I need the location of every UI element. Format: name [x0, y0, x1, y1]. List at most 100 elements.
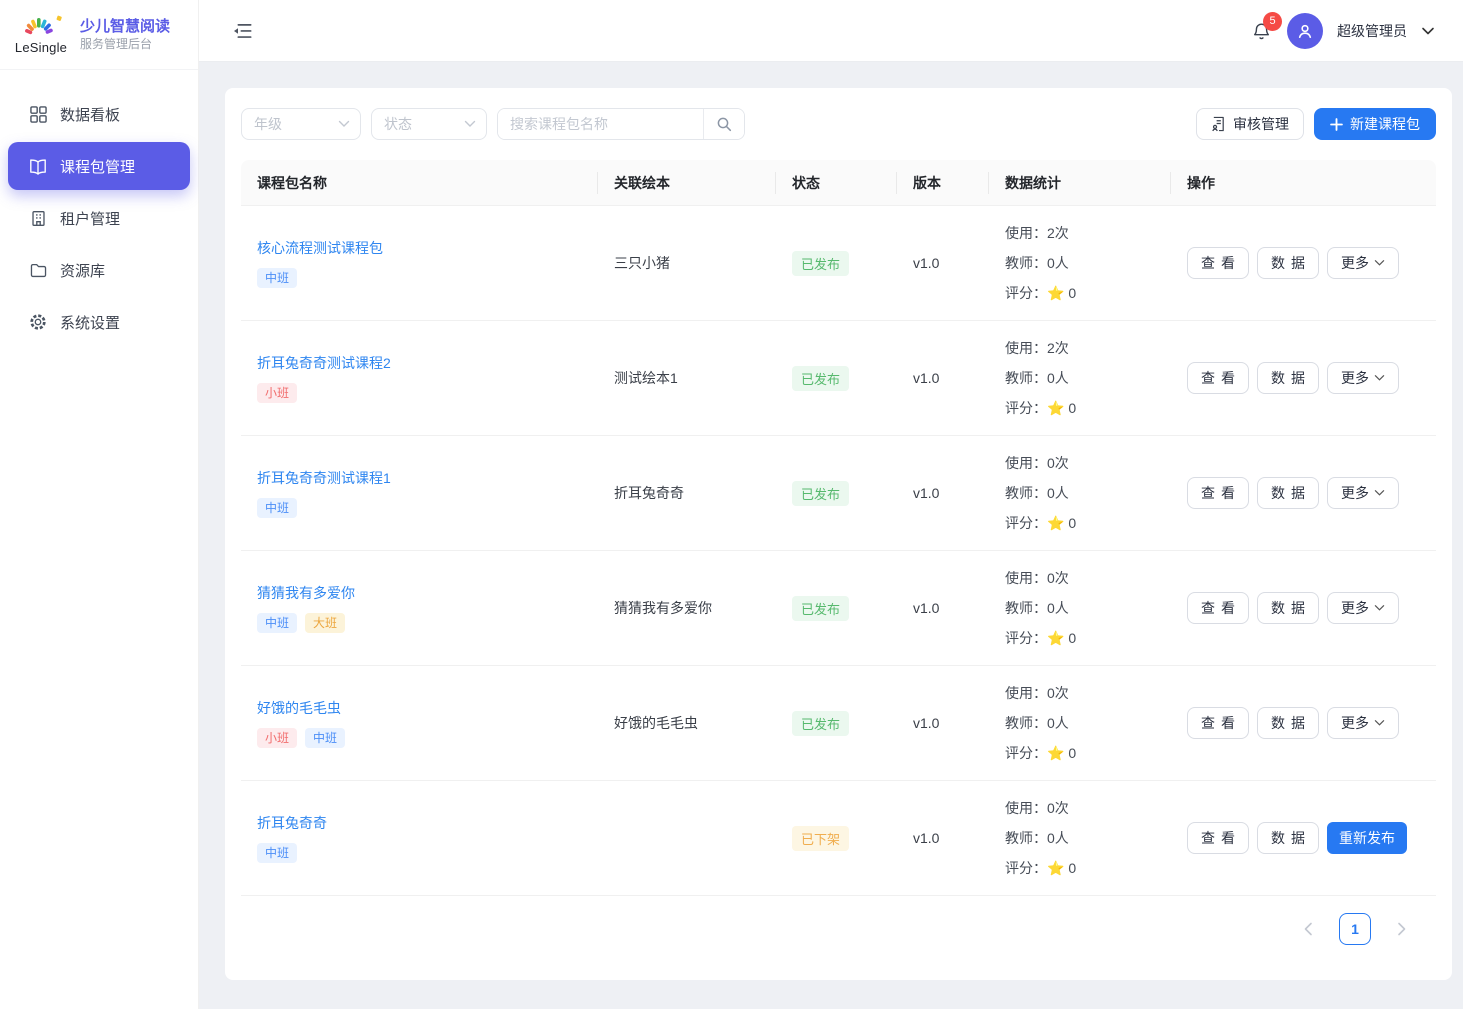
grade-tag: 中班 — [257, 498, 297, 518]
chevron-down-icon — [1374, 604, 1385, 612]
brand-title: 少儿智慧阅读 — [80, 17, 170, 36]
status-filter-select[interactable]: 状态 — [371, 108, 487, 140]
notification-bell-button[interactable]: 5 — [1249, 19, 1273, 43]
table-row: 好饿的毛毛虫 小班 中班 好饿的毛毛虫 已发布 v1.0 使用：0次 — [241, 666, 1436, 781]
sidebar-item-tenants[interactable]: 租户管理 — [8, 194, 190, 242]
sidebar-item-label: 课程包管理 — [60, 156, 135, 177]
course-package-table: 课程包名称 关联绘本 状态 版本 数据统计 操作 核心流程测试课程包 中班 — [241, 160, 1436, 896]
more-button[interactable]: 更多 — [1327, 362, 1399, 394]
data-button[interactable]: 数据 — [1257, 822, 1319, 854]
stats-cell: 使用：0次 教师：0人 评分：⭐ 0 — [989, 793, 1171, 883]
grade-tag: 中班 — [257, 268, 297, 288]
column-header-name: 课程包名称 — [241, 160, 598, 205]
sidebar-collapse-button[interactable] — [233, 23, 252, 39]
pagination-page-1[interactable]: 1 — [1339, 913, 1371, 945]
table-header: 课程包名称 关联绘本 状态 版本 数据统计 操作 — [241, 160, 1436, 206]
status-cell: 已发布 — [776, 366, 897, 391]
view-button[interactable]: 查看 — [1187, 247, 1249, 279]
sidebar-item-settings[interactable]: 系统设置 — [8, 298, 190, 346]
status-cell: 已发布 — [776, 711, 897, 736]
data-button[interactable]: 数据 — [1257, 362, 1319, 394]
chevron-right-icon — [1397, 922, 1407, 936]
star-icon: ⭐ — [1047, 515, 1064, 531]
main-area: 5 超级管理员 — [199, 0, 1463, 1009]
data-button[interactable]: 数据 — [1257, 477, 1319, 509]
status-filter-placeholder: 状态 — [384, 114, 412, 134]
search-input[interactable] — [498, 109, 703, 139]
create-course-package-button[interactable]: 新建课程包 — [1314, 108, 1436, 140]
sidebar-item-resources[interactable]: 资源库 — [8, 246, 190, 294]
grade-filter-placeholder: 年级 — [254, 114, 282, 134]
more-button[interactable]: 更多 — [1327, 707, 1399, 739]
grade-tag: 小班 — [257, 728, 297, 748]
chevron-left-icon — [1303, 922, 1313, 936]
rating-stat: 评分：⭐ 0 — [1005, 853, 1155, 883]
more-button[interactable]: 更多 — [1327, 247, 1399, 279]
data-button[interactable]: 数据 — [1257, 592, 1319, 624]
package-name-link[interactable]: 好饿的毛毛虫 — [257, 698, 341, 718]
package-name-link[interactable]: 核心流程测试课程包 — [257, 238, 383, 258]
search-button[interactable] — [703, 109, 744, 139]
sidebar-item-dashboard[interactable]: 数据看板 — [8, 90, 190, 138]
column-header-version: 版本 — [897, 160, 989, 205]
user-menu-toggle[interactable] — [1421, 26, 1435, 36]
package-name-link[interactable]: 折耳兔奇奇测试课程2 — [257, 353, 391, 373]
user-name: 超级管理员 — [1337, 21, 1407, 41]
grade-tags: 中班 — [257, 498, 582, 518]
status-badge: 已发布 — [792, 366, 849, 391]
package-name-link[interactable]: 折耳兔奇奇测试课程1 — [257, 468, 391, 488]
view-button[interactable]: 查看 — [1187, 822, 1249, 854]
more-button[interactable]: 更多 — [1327, 477, 1399, 509]
version-cell: v1.0 — [897, 370, 989, 386]
actions-cell: 查看 数据 更多 — [1171, 592, 1436, 624]
logo-fan-icon — [18, 15, 64, 37]
gear-icon — [29, 313, 47, 331]
logo-mark-icon: LeSingle — [12, 15, 70, 55]
view-button[interactable]: 查看 — [1187, 362, 1249, 394]
view-button[interactable]: 查看 — [1187, 707, 1249, 739]
package-name-cell: 猜猜我有多爱你 中班 大班 — [241, 583, 598, 633]
package-name-link[interactable]: 折耳兔奇奇 — [257, 813, 327, 833]
version-cell: v1.0 — [897, 485, 989, 501]
package-name-link[interactable]: 猜猜我有多爱你 — [257, 583, 355, 603]
republish-button[interactable]: 重新发布 — [1327, 822, 1407, 854]
review-management-button[interactable]: 审核管理 — [1196, 108, 1304, 140]
notification-badge: 5 — [1263, 12, 1282, 31]
table-row: 猜猜我有多爱你 中班 大班 猜猜我有多爱你 已发布 v1.0 使用： — [241, 551, 1436, 666]
usage-stat: 使用：0次 — [1005, 678, 1155, 708]
pagination-prev-button[interactable] — [1292, 913, 1324, 945]
topbar: 5 超级管理员 — [199, 0, 1463, 62]
sidebar-item-label: 资源库 — [60, 260, 105, 281]
grade-tags: 中班 — [257, 268, 582, 288]
view-button[interactable]: 查看 — [1187, 477, 1249, 509]
avatar[interactable] — [1287, 13, 1323, 49]
star-icon: ⭐ — [1047, 860, 1064, 876]
brand-logo: LeSingle 少儿智慧阅读 服务管理后台 — [0, 0, 198, 70]
table-row: 核心流程测试课程包 中班 三只小猪 已发布 v1.0 使用：2次 教师： — [241, 206, 1436, 321]
grade-filter-select[interactable]: 年级 — [241, 108, 361, 140]
table-row: 折耳兔奇奇测试课程1 中班 折耳兔奇奇 已发布 v1.0 使用：0次 教 — [241, 436, 1436, 551]
menu-fold-icon — [233, 23, 252, 39]
search-box — [497, 108, 745, 140]
logo-wordmark: LeSingle — [12, 40, 70, 55]
more-button[interactable]: 更多 — [1327, 592, 1399, 624]
grade-tags: 中班 — [257, 843, 582, 863]
column-header-book: 关联绘本 — [598, 160, 776, 205]
data-button[interactable]: 数据 — [1257, 707, 1319, 739]
sidebar-item-label: 系统设置 — [60, 312, 120, 333]
usage-stat: 使用：0次 — [1005, 793, 1155, 823]
package-name-cell: 折耳兔奇奇测试课程2 小班 — [241, 353, 598, 403]
content-area: 年级 状态 — [199, 62, 1463, 1009]
plus-icon — [1330, 118, 1343, 131]
status-cell: 已发布 — [776, 251, 897, 276]
chevron-down-icon — [1374, 374, 1385, 382]
sidebar-item-course-packages[interactable]: 课程包管理 — [8, 142, 190, 190]
view-button[interactable]: 查看 — [1187, 592, 1249, 624]
stats-cell: 使用：2次 教师：0人 评分：⭐ 0 — [989, 218, 1171, 308]
pagination-next-button[interactable] — [1386, 913, 1418, 945]
data-button[interactable]: 数据 — [1257, 247, 1319, 279]
user-icon — [1295, 21, 1315, 41]
rating-stat: 评分：⭐ 0 — [1005, 508, 1155, 538]
stats-cell: 使用：0次 教师：0人 评分：⭐ 0 — [989, 678, 1171, 768]
pagination: 1 — [241, 913, 1436, 945]
